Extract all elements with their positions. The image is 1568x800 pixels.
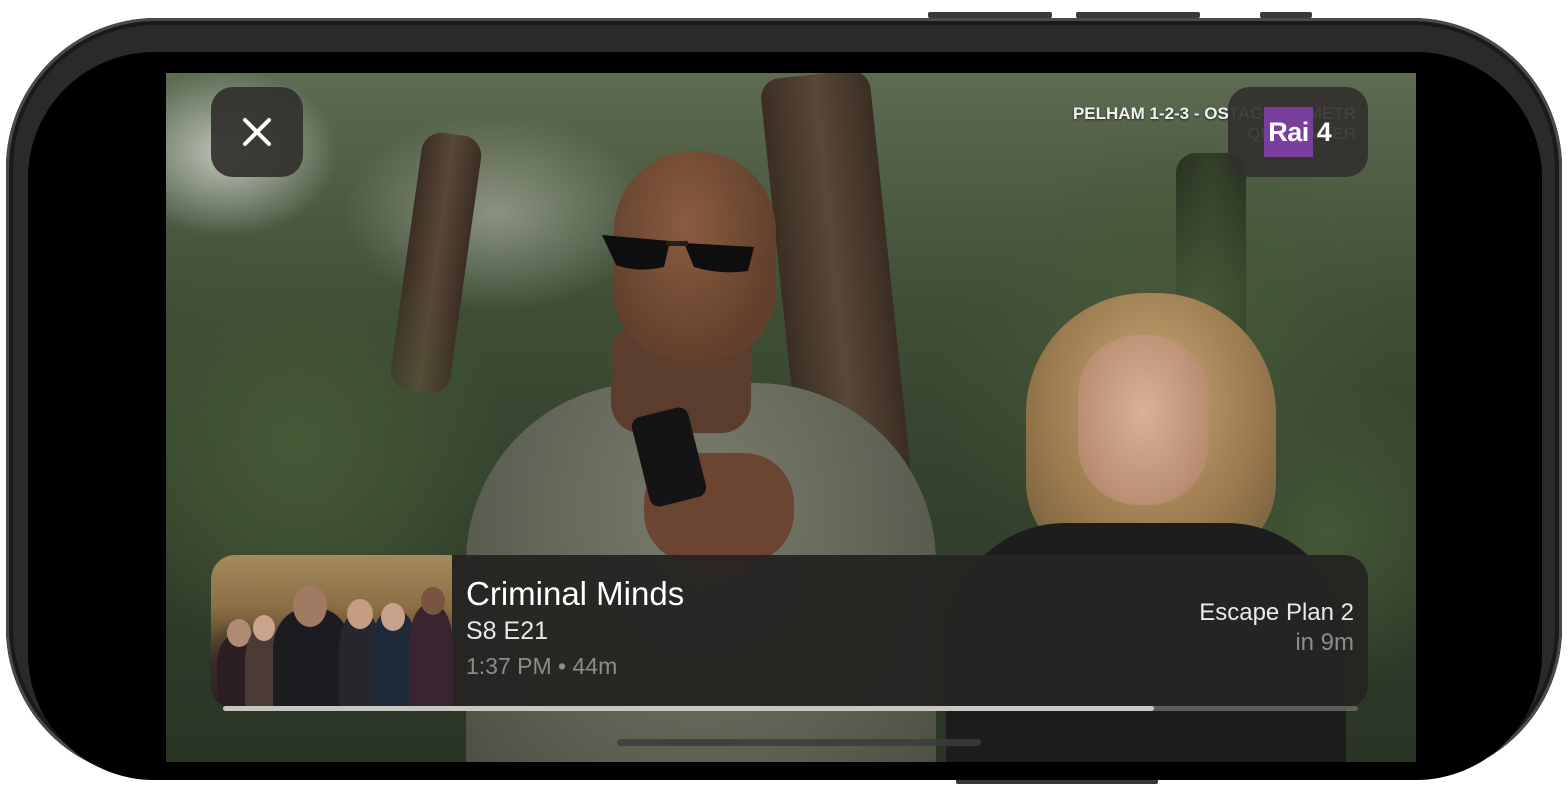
thumb-figure [409,605,453,709]
thumb-face [293,585,327,627]
silent-switch [1260,12,1312,18]
close-button[interactable] [211,87,303,177]
start-time: 1:37 PM [466,653,552,679]
meta-separator: • [558,653,567,679]
thumb-face [421,587,445,615]
up-next-title: Escape Plan 2 [1199,599,1354,626]
thumb-face [253,615,275,641]
rai-logo-text: Rai [1264,107,1313,157]
show-title: Criminal Minds [466,575,685,612]
episode-label: S8 E21 [466,617,549,645]
now-playing-bar[interactable]: Criminal Minds S8 E21 1:37 PM • 44m Esca… [211,555,1368,709]
thumb-face [347,599,373,629]
channel-button[interactable]: Rai 4 [1228,87,1368,177]
duration: 44m [572,653,618,679]
sunglasses [602,235,754,273]
up-next-countdown: in 9m [1295,629,1354,656]
volume-up-button [928,12,1052,18]
screen: PELHAM 1-2-3 - OSTAGGI IN METR QUESTA SE… [28,52,1542,780]
playback-progress-bar[interactable] [223,706,1358,711]
playback-progress-fill [223,706,1154,711]
thumb-face [381,603,405,631]
rai4-logo: Rai 4 [1264,107,1332,157]
volume-down-button [1076,12,1200,18]
rai-logo-number: 4 [1316,116,1332,147]
close-icon [243,118,271,146]
home-indicator[interactable] [617,739,981,746]
show-thumbnail [211,555,453,709]
device-frame: PELHAM 1-2-3 - OSTAGGI IN METR QUESTA SE… [6,12,1562,784]
airing-meta: 1:37 PM • 44m [466,653,617,680]
person-woman-face [1078,335,1208,505]
